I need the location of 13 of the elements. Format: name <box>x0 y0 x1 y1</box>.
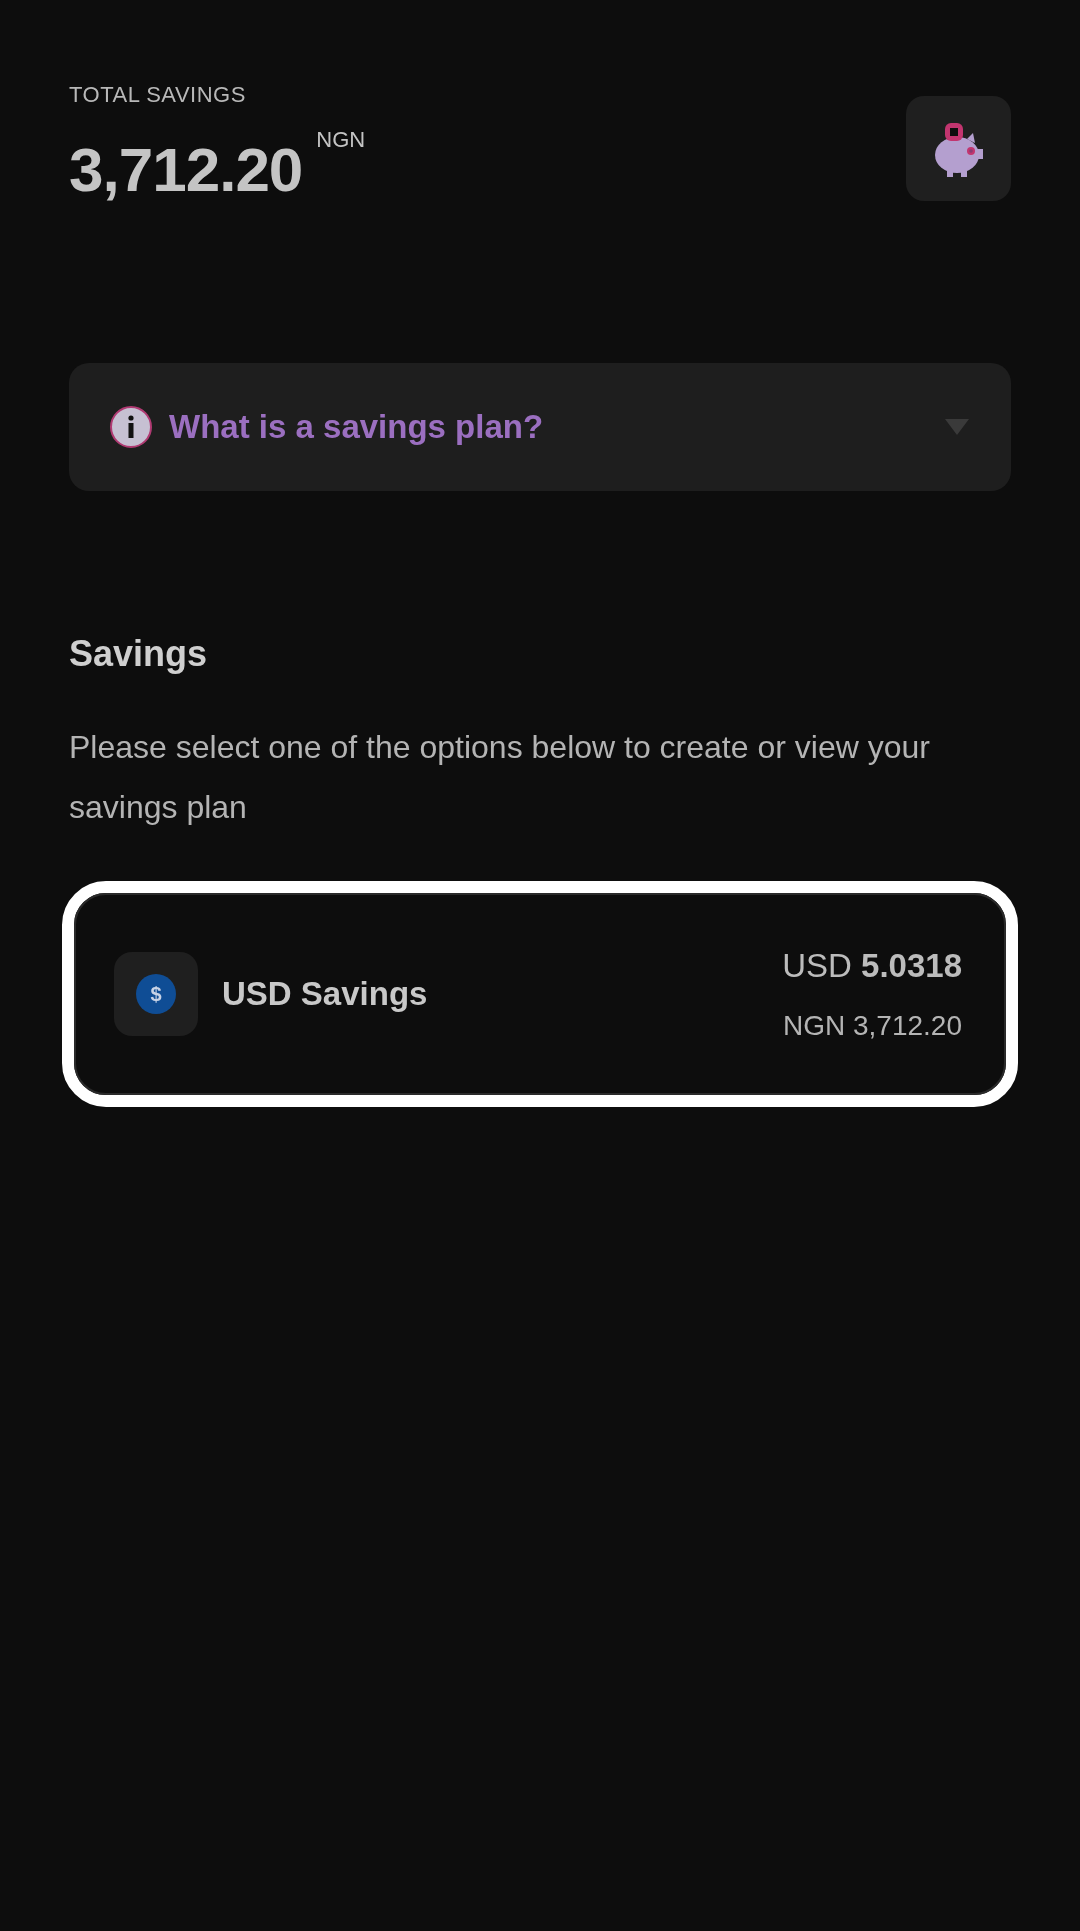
piggy-bank-button[interactable] <box>906 96 1011 201</box>
savings-plan-card[interactable]: $ USD Savings USD 5.0318 NGN 3,712.20 <box>62 881 1018 1107</box>
total-amount: 3,712.20 <box>69 139 303 201</box>
section-description: Please select one of the options below to create or view your savings plan <box>69 728 931 827</box>
plan-name: USD Savings <box>222 974 428 1014</box>
dollar-icon: $ <box>136 973 176 1014</box>
info-icon <box>109 405 153 449</box>
usd-balance: USD 5.0318 <box>782 946 962 986</box>
savings-plan-info-toggle[interactable]: What is a savings plan? <box>69 363 1011 491</box>
ngn-balance: NGN 3,712.20 <box>782 1008 962 1043</box>
currency-label: NGN <box>316 126 366 154</box>
total-savings-label: TOTAL SAVINGS <box>69 81 247 109</box>
section-title: Savings <box>69 632 209 676</box>
